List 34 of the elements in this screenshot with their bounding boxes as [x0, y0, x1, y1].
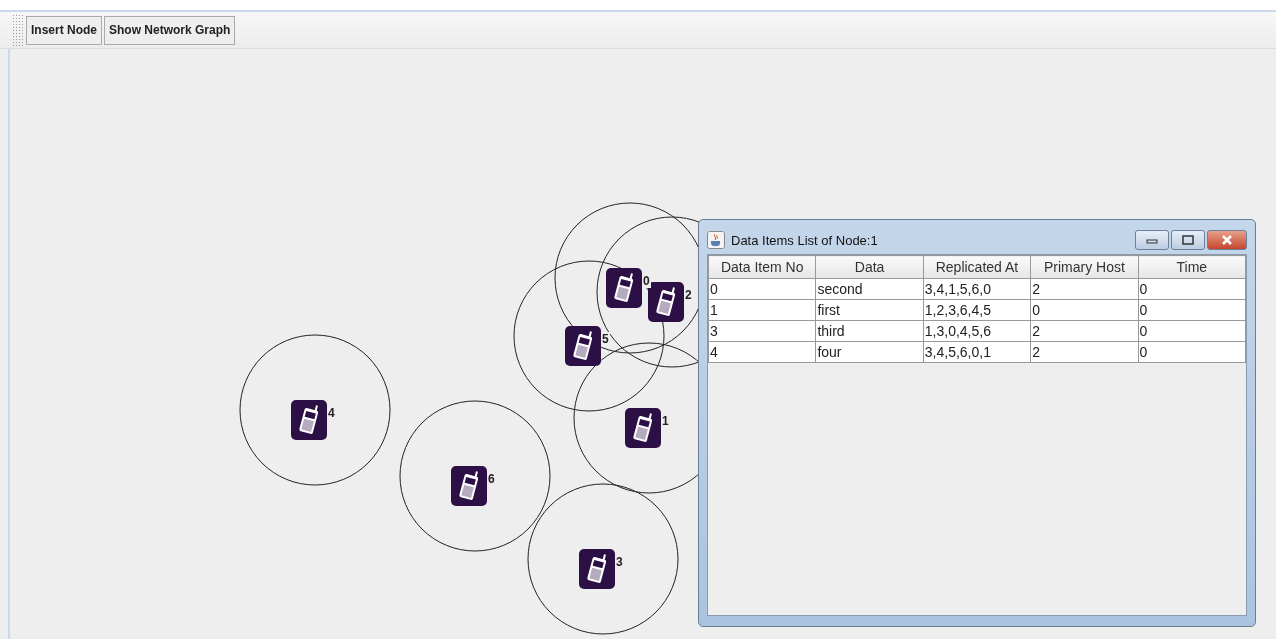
phone-icon[interactable]: [451, 466, 487, 506]
maximize-icon: [1182, 235, 1194, 245]
column-header[interactable]: Primary Host: [1030, 255, 1139, 279]
window-title: Data Items List of Node:1: [731, 232, 878, 248]
node-label: 3: [615, 555, 624, 569]
column-header[interactable]: Time: [1138, 255, 1246, 279]
phone-icon[interactable]: [565, 326, 601, 366]
column-header[interactable]: Data Item No: [708, 255, 816, 279]
node-label: 4: [327, 406, 336, 420]
table-cell: 4: [708, 341, 816, 363]
toolbar-button[interactable]: Show Network Graph: [104, 15, 236, 45]
minimize-button[interactable]: [1135, 230, 1169, 250]
column-header[interactable]: Data: [815, 255, 924, 279]
close-icon: [1221, 235, 1233, 245]
coffee-cup-icon: [707, 231, 725, 249]
column-header[interactable]: Replicated At: [923, 255, 1031, 279]
node-label: 1: [661, 414, 670, 428]
phone-icon[interactable]: [291, 400, 327, 440]
toolbar-grip[interactable]: [12, 14, 24, 46]
table-cell: 3: [708, 320, 816, 342]
phone-icon[interactable]: [606, 268, 642, 308]
minimize-icon: [1146, 236, 1158, 244]
close-button[interactable]: [1207, 230, 1247, 250]
phone-icon[interactable]: [579, 549, 615, 589]
phone-icon[interactable]: [625, 408, 661, 448]
maximize-button[interactable]: [1171, 230, 1205, 250]
phone-icon[interactable]: [648, 282, 684, 322]
node-label: 0: [642, 274, 651, 288]
node-label: 2: [684, 288, 693, 302]
node-label: 5: [601, 332, 610, 346]
toolbar-button[interactable]: Insert Node: [26, 15, 102, 45]
node-label: 6: [487, 472, 496, 486]
table-cell: 0: [708, 278, 816, 300]
table-cell: 1: [708, 299, 816, 321]
